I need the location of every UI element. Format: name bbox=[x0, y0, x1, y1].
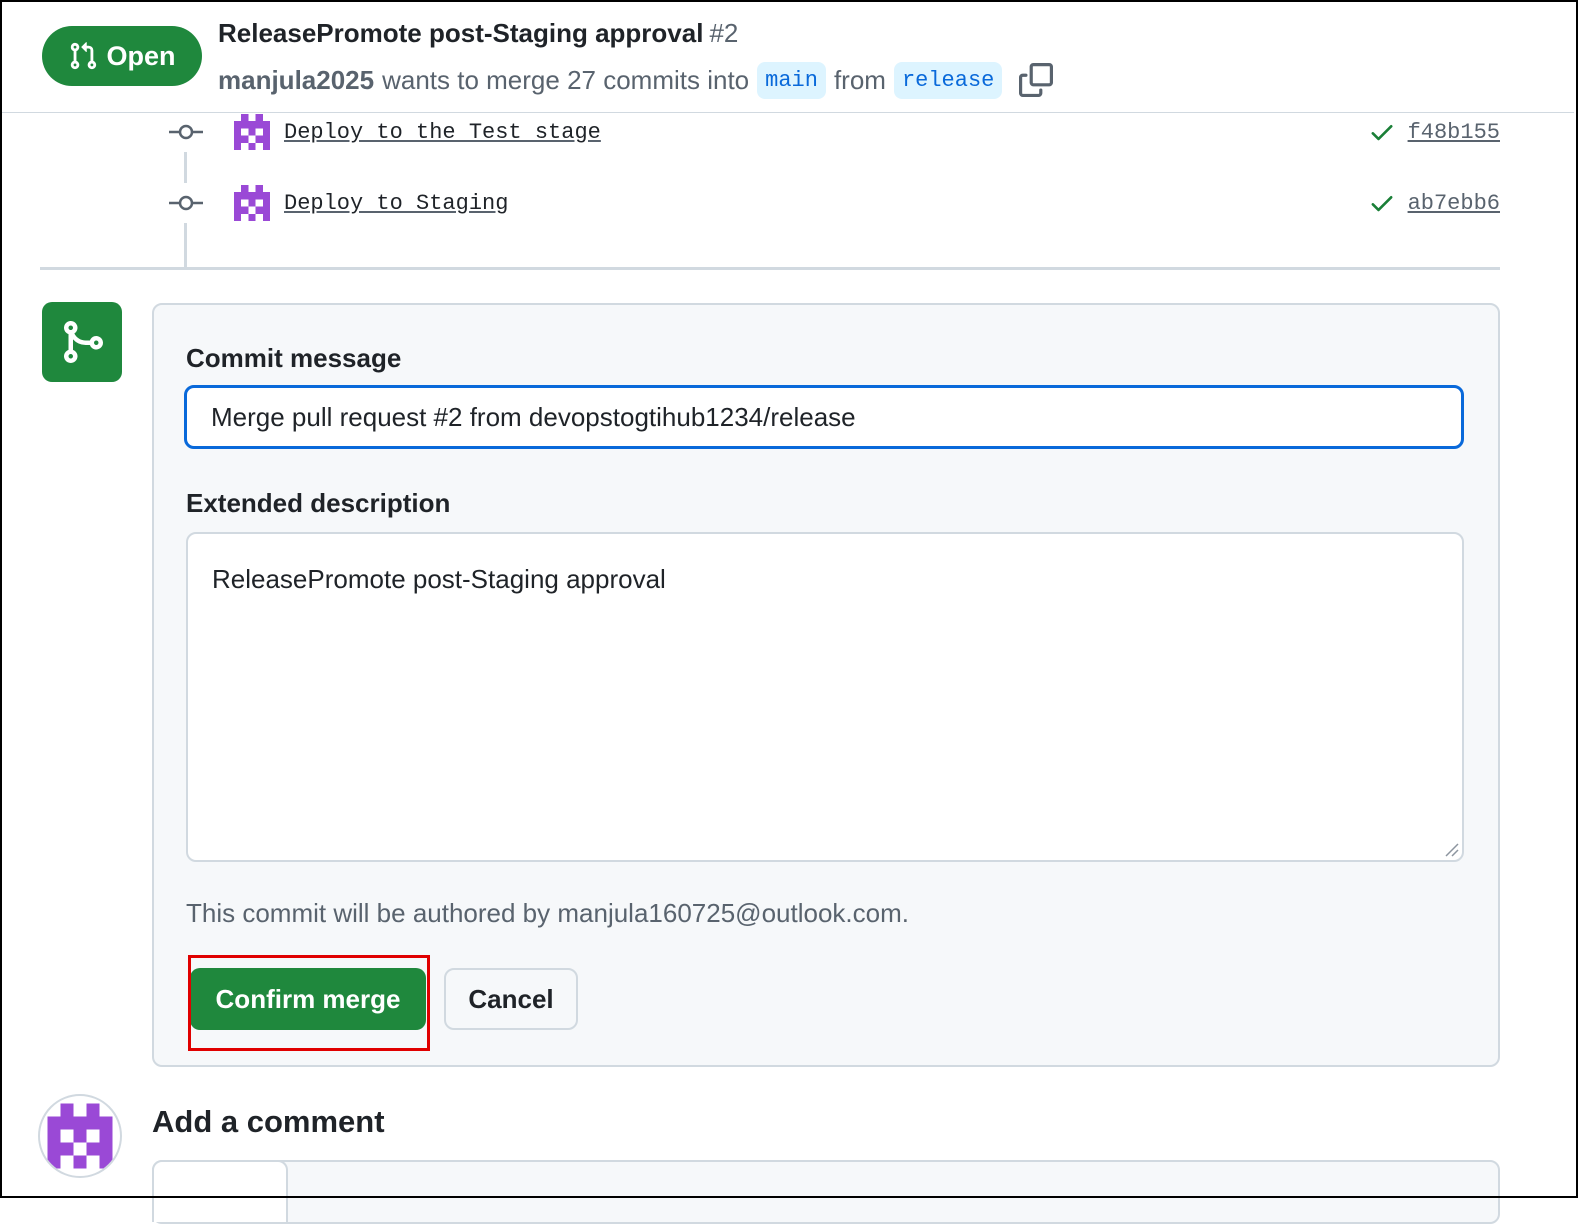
commit-row: Deploy to Staging ab7ebb6 bbox=[166, 181, 1500, 225]
user-avatar-icon[interactable] bbox=[234, 114, 270, 150]
commit-message-input[interactable] bbox=[184, 385, 1464, 449]
add-comment-heading: Add a comment bbox=[152, 1104, 385, 1139]
pr-meta: manjula2025 wants to merge 27 commits in… bbox=[218, 60, 1056, 100]
pr-state-label: Open bbox=[106, 40, 176, 71]
commit-message-label: Commit message bbox=[186, 343, 402, 373]
commit-sha-link[interactable]: ab7ebb6 bbox=[1408, 191, 1500, 216]
pr-sticky-header: Open ReleasePromote post-Staging approva… bbox=[2, 2, 1574, 113]
pr-state-badge: Open bbox=[42, 26, 202, 86]
extended-description-label: Extended description bbox=[186, 488, 451, 518]
check-icon[interactable] bbox=[1368, 189, 1396, 217]
pr-title-text: ReleasePromote post-Staging approval bbox=[218, 18, 704, 48]
pr-author-link[interactable]: manjula2025 bbox=[218, 65, 374, 96]
commit-sha-link[interactable]: f48b155 bbox=[1408, 120, 1500, 145]
copy-branch-button[interactable] bbox=[1016, 60, 1056, 100]
timeline-separator bbox=[40, 267, 1500, 270]
pr-title: ReleasePromote post-Staging approval #2 bbox=[218, 18, 738, 49]
head-branch-label[interactable]: release bbox=[893, 61, 1003, 99]
git-commit-icon bbox=[166, 112, 206, 152]
git-commit-icon bbox=[166, 183, 206, 223]
git-pull-request-icon bbox=[71, 42, 97, 70]
current-user-avatar[interactable] bbox=[38, 1094, 122, 1178]
cancel-button[interactable]: Cancel bbox=[444, 968, 578, 1030]
merge-status-badge bbox=[42, 302, 122, 382]
git-merge-icon bbox=[64, 321, 104, 363]
commit-status: f48b155 bbox=[1368, 118, 1500, 146]
copy-icon bbox=[1019, 63, 1054, 97]
resize-handle-icon[interactable] bbox=[1442, 840, 1460, 858]
commit-message-link[interactable]: Deploy to the Test stage bbox=[284, 120, 601, 145]
check-icon[interactable] bbox=[1368, 118, 1396, 146]
user-avatar-icon[interactable] bbox=[234, 185, 270, 221]
pr-from-text: from bbox=[833, 64, 886, 95]
comment-editor[interactable] bbox=[152, 1160, 1500, 1224]
commit-author-note: This commit will be authored by manjula1… bbox=[186, 898, 909, 928]
pr-merge-text: wants to merge 27 commits into bbox=[382, 64, 750, 95]
pr-number: #2 bbox=[709, 18, 739, 48]
commit-message-link[interactable]: Deploy to Staging bbox=[284, 191, 508, 216]
confirm-merge-button[interactable]: Confirm merge bbox=[190, 968, 426, 1030]
commit-status: ab7ebb6 bbox=[1368, 189, 1500, 217]
extended-description-textarea[interactable]: ReleasePromote post-Staging approval bbox=[186, 532, 1464, 862]
base-branch-label[interactable]: main bbox=[757, 61, 826, 99]
comment-write-tab[interactable] bbox=[152, 1160, 288, 1222]
commit-row: Deploy to the Test stage f48b155 bbox=[166, 110, 1500, 154]
user-avatar-icon bbox=[47, 1103, 113, 1169]
